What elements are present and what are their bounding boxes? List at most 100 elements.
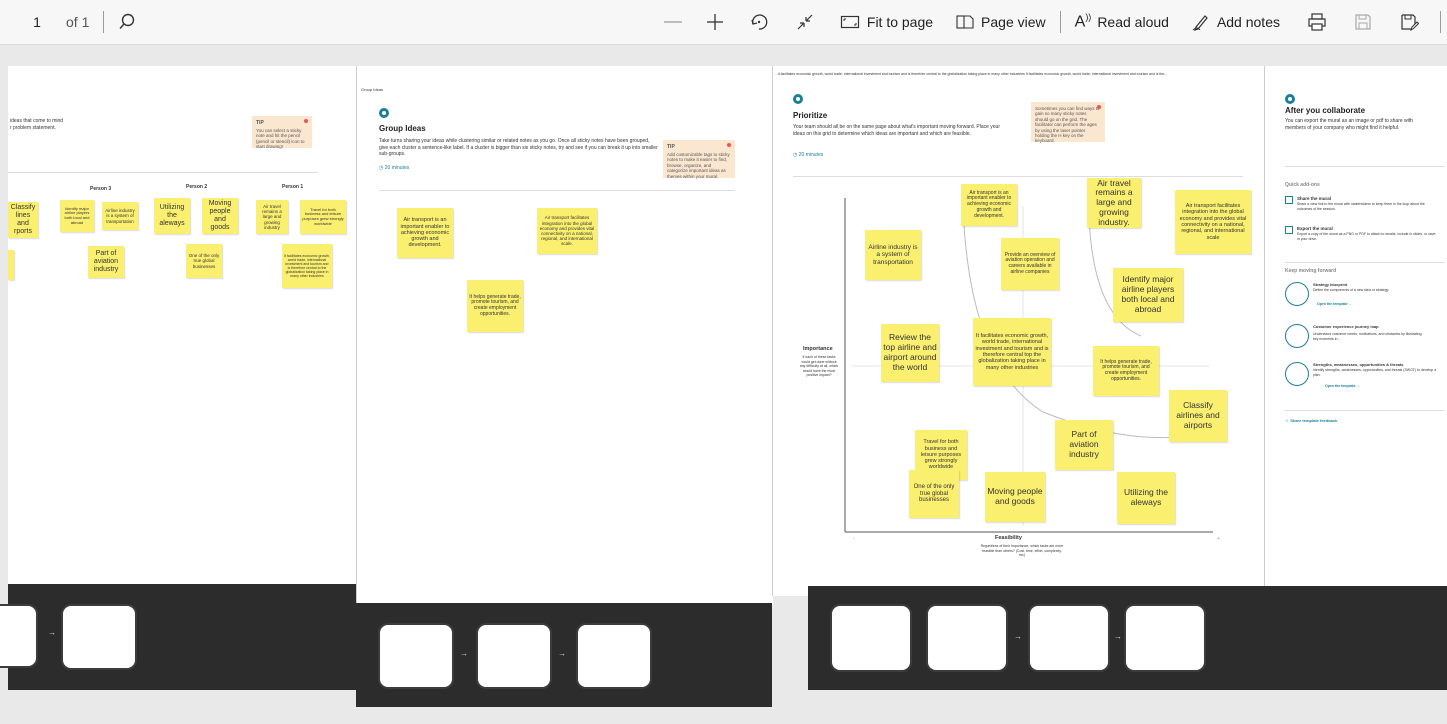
search-icon [119, 13, 135, 29]
sticky-note[interactable]: Air transport facilitates integration in… [537, 208, 597, 254]
divider [8, 172, 318, 173]
open-template-link[interactable]: Open the template → [1317, 302, 1352, 307]
read-aloud-icon: A)) [1074, 12, 1092, 31]
sticky-note[interactable]: Air transport is an important enabler to… [397, 208, 453, 258]
print-button[interactable] [1294, 6, 1340, 38]
rotate-icon [751, 14, 768, 30]
sticky-note[interactable]: Airline industry is a system of transpor… [865, 230, 921, 280]
step-thumbnail [1030, 606, 1108, 670]
person-2-label: Person 2 [186, 184, 208, 190]
add-notes-button[interactable]: Add notes [1175, 6, 1286, 38]
instructions-band-2: → → [356, 603, 772, 707]
step-thumbnail [928, 606, 1006, 670]
tip-text: You can select a sticky note and hit the… [256, 128, 305, 150]
template-desc: Understand customer needs, motivations, … [1313, 332, 1422, 341]
zoom-out-icon [663, 21, 682, 23]
sticky-note[interactable]: Utilizing the aleways [1117, 472, 1175, 524]
sticky-note[interactable]: One of the only true global businesses [186, 244, 222, 278]
sticky-note[interactable] [8, 250, 14, 280]
sticky-note[interactable]: Air travel remains a large and growing i… [1087, 178, 1141, 228]
save-as-button[interactable] [1386, 6, 1432, 38]
time-label: 20 minutes [384, 165, 410, 171]
step-icon [379, 108, 389, 118]
sticky-note[interactable]: It facilitates economic growth, world tr… [282, 244, 332, 288]
step-thumbnail [578, 625, 650, 687]
sticky-note[interactable]: Air transport facilitates integration in… [1175, 190, 1251, 254]
sticky-note[interactable]: Provide an overview of aviation operatio… [1001, 238, 1059, 290]
tip-text: Add customizable tags to sticky notes to… [667, 152, 730, 179]
sticky-note[interactable]: Part of aviation industry [88, 246, 124, 278]
zoom-in-button[interactable] [694, 6, 736, 38]
toolbar-divider [1059, 11, 1061, 33]
sticky-note[interactable]: It helps generate trade, promote tourism… [1093, 346, 1159, 396]
read-aloud-button[interactable]: A)) Read aloud [1069, 6, 1175, 38]
template-feedback-link[interactable]: ☺ Share template feedback [1285, 418, 1337, 423]
pdf-toolbar: 1 of 1 Fit to page Page view A)) Read al… [0, 0, 1447, 45]
divider [379, 190, 735, 191]
rotate-button[interactable] [736, 6, 782, 38]
sticky-note[interactable]: Identify major airline players both loca… [60, 200, 94, 232]
mural-sheet-after-collaborate: After you collaborate You can export the… [1264, 66, 1447, 590]
sticky-note[interactable]: Air transport is an important enabler to… [961, 184, 1017, 226]
sticky-note[interactable]: It helps generate trade, promote tourism… [467, 280, 523, 332]
sheet2-desc: Take turns sharing your ideas while clus… [379, 138, 658, 157]
divider [1285, 166, 1445, 167]
template-desc: Identify strengths, weaknesses, opportun… [1313, 368, 1437, 377]
mural-sheet-brainstorm: ideas that come to mind r problem statem… [8, 66, 358, 586]
sticky-note[interactable]: It facilitates economic growth, world tr… [973, 318, 1051, 386]
sheet1-tip: TIP You can select a sticky note and hit… [252, 116, 312, 150]
sticky-note[interactable]: Utilizing the aleways [154, 198, 190, 234]
arrow-icon: → [1014, 632, 1022, 641]
feasibility-desc: Regardless of their importance, which ta… [980, 544, 1064, 558]
sheet4-title: After you collaborate [1285, 106, 1366, 115]
fit-collapse-icon [797, 14, 813, 30]
save-button[interactable] [1340, 6, 1386, 38]
mural-sheet-prioritize: ...it facilitates economic growth, world… [772, 66, 1265, 596]
template-item[interactable]: Strengths, weaknesses, opportunities & t… [1285, 362, 1445, 396]
save-icon [1355, 14, 1371, 30]
export-desc: Export a copy of the mural as a PNG or P… [1297, 232, 1436, 241]
template-item[interactable]: Customer experience journey map Understa… [1285, 324, 1445, 354]
sticky-note[interactable]: Part of aviation industry [1055, 420, 1113, 470]
sticky-note[interactable]: Classify lines and rports [8, 202, 38, 238]
importance-desc: If each of these tasks could get done wi… [799, 355, 839, 378]
sheet2-time: ◷ 20 minutes [379, 165, 410, 171]
sticky-note[interactable]: Travel for both business and leisure pur… [300, 200, 346, 234]
page-view-icon [956, 15, 974, 29]
export-title: Export the mural [1297, 226, 1333, 231]
share-icon [1285, 196, 1293, 204]
sticky-note[interactable]: One of the only true global businesses [909, 470, 959, 518]
page-view-button[interactable]: Page view [939, 6, 1052, 38]
page-number-input[interactable]: 1 [22, 6, 52, 38]
search-button[interactable] [112, 6, 142, 38]
sticky-note[interactable]: Review the top airline and airport aroun… [881, 324, 939, 382]
feasibility-label: Feasibility [995, 535, 1022, 541]
open-template-link[interactable]: Open the template → [1325, 384, 1360, 389]
page-view-label: Page view [981, 14, 1046, 30]
template-desc: Define the components of a new idea or s… [1313, 288, 1390, 292]
save-as-icon [1401, 14, 1419, 32]
svg-text:-: - [853, 536, 855, 542]
svg-text:+: + [1217, 536, 1220, 542]
read-aloud-label: Read aloud [1097, 14, 1169, 30]
add-notes-label: Add notes [1216, 14, 1280, 30]
fit-to-page-button[interactable]: Fit to page [828, 6, 939, 38]
step-thumbnail [63, 606, 135, 668]
sheet2-title: Group Ideas [379, 124, 426, 133]
sticky-note[interactable]: Classify airlines and airports [1169, 390, 1227, 442]
sticky-note[interactable]: Moving people and goods [202, 198, 238, 234]
pin-icon [304, 119, 308, 123]
sticky-note[interactable]: Moving people and goods [985, 472, 1045, 522]
person-3-label: Person 3 [90, 186, 112, 192]
sticky-note[interactable]: Identify major airline players both loca… [1113, 268, 1183, 322]
mural-sheet-group-ideas: Group Ideas Group Ideas Take turns shari… [356, 66, 773, 606]
toolbar-divider [103, 11, 105, 33]
arrow-icon: → [48, 628, 56, 637]
template-item[interactable]: Strategy blueprint Define the components… [1285, 282, 1445, 312]
sticky-note[interactable]: Airline industry is a system of transpor… [102, 202, 138, 230]
fit-collapse-button[interactable] [782, 6, 828, 38]
sheet2-tip: TIP Add customizable tags to sticky note… [663, 140, 735, 179]
zoom-in-icon [706, 14, 723, 30]
zoom-out-button[interactable] [652, 6, 694, 38]
sticky-note[interactable]: Air travel remains a large and growing i… [256, 200, 288, 234]
